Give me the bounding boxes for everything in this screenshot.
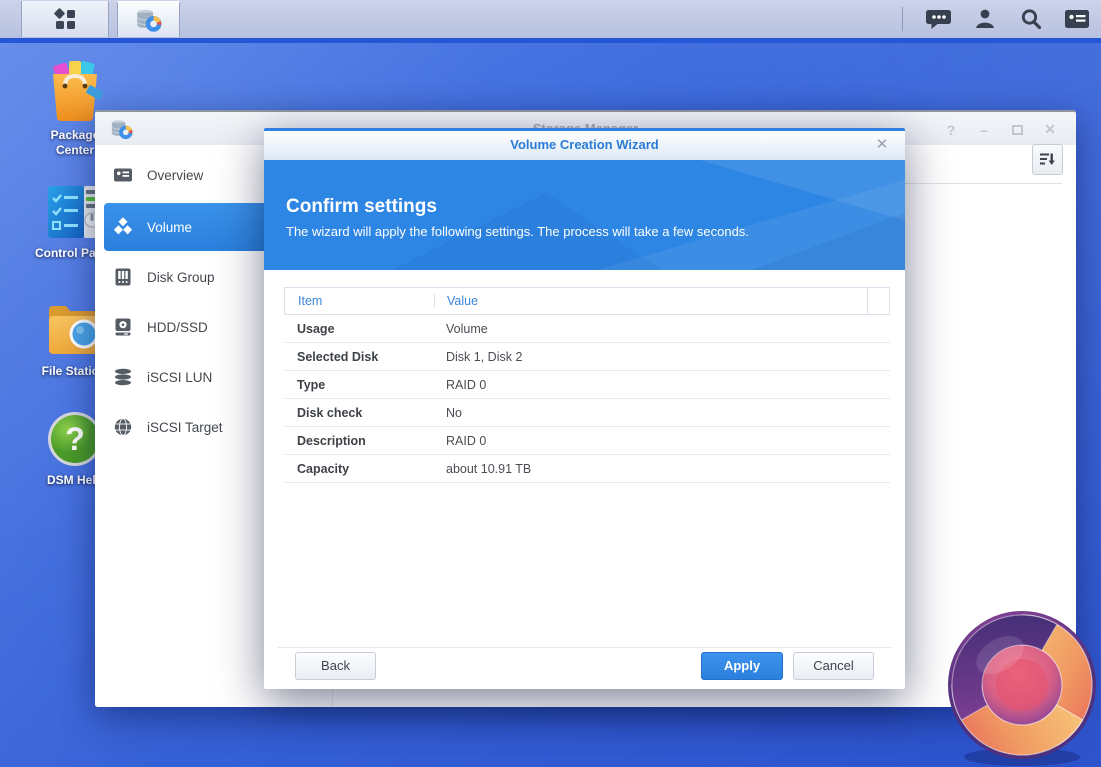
table-row: Capacity about 10.91 TB — [284, 455, 890, 483]
table-row: Disk check No — [284, 399, 890, 427]
row-value: RAID 0 — [446, 433, 487, 448]
row-value: No — [446, 405, 462, 420]
table-row: Usage Volume — [284, 315, 890, 343]
row-item: Selected Disk — [297, 349, 379, 364]
taskbar-storage-manager-button[interactable] — [117, 1, 180, 37]
minimize-button[interactable]: – — [976, 122, 992, 138]
overview-card-icon — [113, 165, 133, 185]
main-menu-icon — [53, 7, 75, 29]
step-subtitle: The wizard will apply the following sett… — [286, 224, 749, 239]
help-button[interactable]: ? — [943, 122, 959, 138]
volume-creation-wizard-dialog: Volume Creation Wizard ✕ Confirm setting… — [264, 128, 905, 689]
row-value: Disk 1, Disk 2 — [446, 349, 523, 364]
dialog-title: Volume Creation Wizard — [510, 137, 659, 152]
dialog-close-icon[interactable]: ✕ — [873, 136, 891, 154]
row-value: RAID 0 — [446, 377, 487, 392]
close-button[interactable]: ✕ — [1042, 121, 1058, 138]
cancel-button[interactable]: Cancel — [793, 652, 874, 680]
pilot-view-icon[interactable] — [1063, 5, 1091, 33]
row-value: about 10.91 TB — [446, 461, 532, 476]
taskbar-accent-line — [0, 38, 1101, 43]
table-row: Selected Disk Disk 1, Disk 2 — [284, 343, 890, 371]
table-row: Type RAID 0 — [284, 371, 890, 399]
step-heading: Confirm settings — [286, 196, 437, 217]
row-item: Capacity — [297, 461, 350, 476]
table-header-row: Item Value — [284, 287, 890, 315]
row-item: Type — [297, 377, 326, 392]
sort-list-button[interactable] — [1032, 144, 1063, 175]
row-item: Usage — [297, 321, 335, 336]
tray-separator — [902, 7, 903, 31]
maximize-button[interactable] — [1009, 122, 1025, 138]
sidebar-item-label: Disk Group — [147, 269, 215, 285]
user-icon[interactable] — [971, 5, 999, 33]
sidebar-item-label: iSCSI LUN — [147, 369, 213, 385]
cubes-icon — [113, 217, 133, 237]
settings-table: Item Value Usage Volume Selected Disk Di… — [284, 287, 890, 483]
row-item: Disk check — [297, 405, 363, 420]
search-icon[interactable] — [1017, 5, 1045, 33]
sidebar-item-label: HDD/SSD — [147, 319, 208, 335]
column-header-item: Item — [285, 294, 435, 308]
dialog-header: Confirm settings The wizard will apply t… — [264, 160, 905, 270]
notifications-icon[interactable] — [925, 5, 953, 33]
main-menu-button[interactable] — [21, 1, 109, 37]
hdd-icon — [113, 317, 133, 337]
sidebar-item-label: Overview — [147, 167, 204, 183]
sort-list-icon — [1040, 153, 1055, 165]
kitguru-logo — [948, 611, 1096, 766]
disk-group-icon — [113, 267, 133, 287]
footer-separator — [278, 647, 891, 648]
disk-stack-icon — [113, 367, 133, 387]
dialog-footer: Back Apply Cancel — [264, 652, 905, 682]
sidebar-item-label: iSCSI Target — [147, 419, 223, 435]
apply-button[interactable]: Apply — [701, 652, 783, 680]
back-button[interactable]: Back — [295, 652, 376, 680]
storage-manager-icon — [136, 9, 162, 32]
table-row: Description RAID 0 — [284, 427, 890, 455]
sidebar-item-label: Volume — [147, 219, 193, 235]
globe-icon — [113, 417, 133, 437]
column-header-value: Value — [447, 294, 479, 308]
svg-text:?: ? — [65, 421, 85, 457]
row-item: Description — [297, 433, 366, 448]
column-spacer — [867, 288, 889, 314]
file-station-icon — [49, 306, 99, 354]
row-value: Volume — [446, 321, 488, 336]
dialog-titlebar[interactable]: Volume Creation Wizard ✕ — [264, 131, 905, 160]
control-panel-icon — [48, 186, 100, 238]
